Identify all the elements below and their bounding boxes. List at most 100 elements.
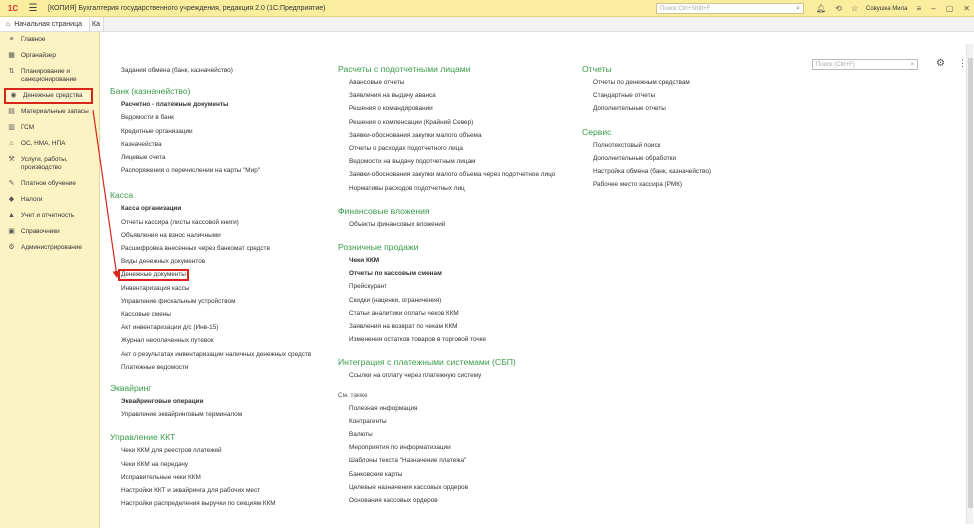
hamburger-menu-icon[interactable]: ☰ [26, 0, 40, 17]
nav-link[interactable]: Расшифровка внесенных через банкомат сре… [110, 242, 330, 255]
sidebar-item-0[interactable]: ≡ Главное [0, 32, 99, 48]
favorites-icon[interactable]: ☆ [851, 4, 858, 13]
tab-second[interactable]: Ка [90, 17, 104, 31]
nav-link[interactable]: Денежные документы [110, 268, 330, 282]
sidebar-item-11[interactable]: ▣ Справочники [0, 224, 99, 240]
user-name[interactable]: Совушка Мила [866, 0, 908, 17]
sidebar-item-4[interactable]: ▤ Материальные запасы [0, 104, 99, 120]
nav-link[interactable]: Нормативы расходов подотчетных лиц [338, 182, 578, 195]
nav-link[interactable]: Дополнительные отчеты [582, 102, 752, 115]
tab-second-label: Ка [92, 20, 100, 28]
clear-icon[interactable]: × [910, 62, 914, 68]
nav-link[interactable]: Контрагенты [338, 415, 578, 428]
nav-link[interactable]: Дополнительные обработки [582, 152, 752, 165]
nav-link[interactable]: Заявки-обоснования закупки малого объема [338, 129, 578, 142]
sidebar-item-2[interactable]: ⇅ Планирование и санкционирование [0, 64, 99, 88]
nav-link[interactable]: Акт о результатах инвентаризации наличны… [110, 348, 330, 361]
toolbar-icons: 🔔︎ ⟲ ☆ [816, 0, 858, 17]
sidebar-item-8[interactable]: ✎ Платное обучение [0, 176, 99, 192]
section-title-reports: Отчеты [582, 64, 612, 74]
nav-link[interactable]: Прейскурант [338, 280, 578, 293]
tab-home[interactable]: ⌂ Начальная страница [0, 17, 90, 31]
nav-link[interactable]: Решения о командировании [338, 102, 578, 115]
section-title-kassa: Касса [110, 190, 134, 201]
nav-link[interactable]: Управление фискальным устройством [110, 295, 330, 308]
nav-link[interactable]: Настройка обмена (банк, казначейство) [582, 165, 752, 178]
link-exchange-tasks[interactable]: Задания обмена (банк, казначейство) [110, 64, 330, 77]
close-icon[interactable]: ✕ [963, 4, 970, 13]
sidebar-item-9[interactable]: ◆ Налоги [0, 192, 99, 208]
global-search-input[interactable]: Поиск Ctrl+Shift+F ⌕ [656, 3, 804, 14]
sidebar-item-6[interactable]: ⌂ ОС, НМА, НПА [0, 136, 99, 152]
nav-link[interactable]: Эквайринговые операции [110, 395, 330, 408]
nav-link[interactable]: Управление эквайринговым терминалом [110, 408, 330, 421]
nav-link[interactable]: Лицевые счета [110, 151, 330, 164]
nav-link[interactable]: Целевые назначения кассовых ордеров [338, 481, 578, 494]
nav-link[interactable]: Платежные ведомости [110, 361, 330, 374]
nav-link[interactable]: Заявления на выдачу аванса [338, 89, 578, 102]
nav-link[interactable]: Кассовые смены [110, 308, 330, 321]
nav-link[interactable]: Банковские карты [338, 468, 578, 481]
search-icon[interactable]: ⌕ [796, 5, 800, 13]
nav-link[interactable]: Решения о компенсации (Крайний Север) [338, 116, 578, 129]
nav-link[interactable]: Чеки ККМ для реестров платежей [110, 444, 330, 457]
nav-link[interactable]: Заявки-обоснования закупки малого объема… [338, 168, 578, 181]
nav-link[interactable]: Акт инвентаризации д/с (Инв-15) [110, 321, 330, 334]
nav-link[interactable]: Инвентаризация кассы [110, 282, 330, 295]
sidebar-item-1[interactable]: ▦ Органайзер [0, 48, 99, 64]
gear-icon[interactable]: ⚙ [936, 58, 945, 69]
nav-link[interactable]: Отчеты о расходах подотчетного лица [338, 142, 578, 155]
nav-link[interactable]: Стандартные отчеты [582, 89, 752, 102]
nav-link[interactable]: Ведомости на выдачу подотчетным лицам [338, 155, 578, 168]
sidebar-item-5[interactable]: ▥ ГСМ [0, 120, 99, 136]
nav-link[interactable]: Рабочее место кассира (РМК) [582, 178, 752, 191]
nav-link[interactable]: Виды денежных документов [110, 255, 330, 268]
nav-link[interactable]: Полнотекстовый поиск [582, 139, 752, 152]
sidebar-item-3[interactable]: ◉ Денежные средства [4, 88, 93, 104]
nav-link[interactable]: Полезная информация [338, 402, 578, 415]
nav-link[interactable]: Расчетно - платежные документы [110, 98, 330, 111]
sidebar-item-label: Главное [21, 36, 46, 43]
sidebar-item-12[interactable]: ⚙ Администрирование [0, 240, 99, 256]
minimize-icon[interactable]: – [931, 4, 935, 13]
sidebar-item-icon: ≡ [9, 36, 14, 43]
nav-link[interactable]: Объекты финансовых вложений [338, 218, 578, 231]
scrollbar-thumb[interactable] [968, 58, 973, 508]
settings-menu-icon[interactable]: ≡ [917, 4, 922, 13]
nav-link[interactable]: Казначейства [110, 138, 330, 151]
app-window: 1С ☰ [КОПИЯ] Бухгалтерия государственног… [0, 0, 974, 528]
nav-link[interactable]: Чеки ККМ на передачу [110, 458, 330, 471]
nav-link[interactable]: Касса организации [110, 202, 330, 215]
maximize-icon[interactable]: ▢ [946, 4, 954, 13]
notifications-icon[interactable]: 🔔︎ [816, 4, 826, 13]
scrollbar[interactable] [966, 44, 973, 524]
nav-link[interactable]: Заявления на возврат по чекам ККМ [338, 320, 578, 333]
nav-link[interactable]: Мероприятия по информатизации [338, 441, 578, 454]
nav-link[interactable]: Ведомости в банк [110, 111, 330, 124]
sidebar-item-10[interactable]: ▲ Учет и отчетность [0, 208, 99, 224]
nav-link[interactable]: Изменения остатков товаров в торговой то… [338, 333, 578, 346]
history-icon[interactable]: ⟲ [835, 4, 842, 13]
nav-link[interactable]: Исправительные чеки ККМ [110, 471, 330, 484]
nav-link[interactable]: Валюты [338, 428, 578, 441]
nav-link[interactable]: Ссылки на оплату через платежную систему [338, 369, 578, 382]
nav-link[interactable]: Отчеты по кассовым сменам [338, 267, 578, 280]
nav-link[interactable]: Отчеты по денежным средствам [582, 76, 752, 89]
nav-link[interactable]: Чеки ККМ [338, 254, 578, 267]
nav-link[interactable]: Отчеты кассира (листы кассовой книги) [110, 216, 330, 229]
nav-link[interactable]: Шаблоны текста "Назначение платежа" [338, 454, 578, 467]
section-title-sbp: Интеграция с платежными системами (СБП) [338, 357, 516, 368]
nav-link[interactable]: Настройки распределения выручки по секци… [110, 497, 330, 510]
nav-link[interactable]: Журнал неоплаченных путевок [110, 334, 330, 347]
nav-link[interactable]: Настройки ККТ и эквайринга для рабочих м… [110, 484, 330, 497]
nav-link[interactable]: Статьи аналитики оплаты чеков ККМ [338, 307, 578, 320]
tabs-bar: ⌂ Начальная страница Ка [0, 17, 974, 32]
nav-link[interactable]: Скидки (наценки, ограничения) [338, 294, 578, 307]
nav-link[interactable]: Авансовые отчеты [338, 76, 578, 89]
sidebar-item-7[interactable]: ⚒ Услуги, работы, производство [0, 152, 99, 176]
nav-link[interactable]: Кредитные организации [110, 125, 330, 138]
section-search-input[interactable]: Поиск (Ctrl+F) × [812, 59, 918, 70]
nav-link[interactable]: Основания кассовых ордеров [338, 494, 578, 507]
nav-link[interactable]: Распоряжения о перечислении на карты "Ми… [110, 164, 330, 177]
nav-link[interactable]: Объявления на взнос наличными [110, 229, 330, 242]
